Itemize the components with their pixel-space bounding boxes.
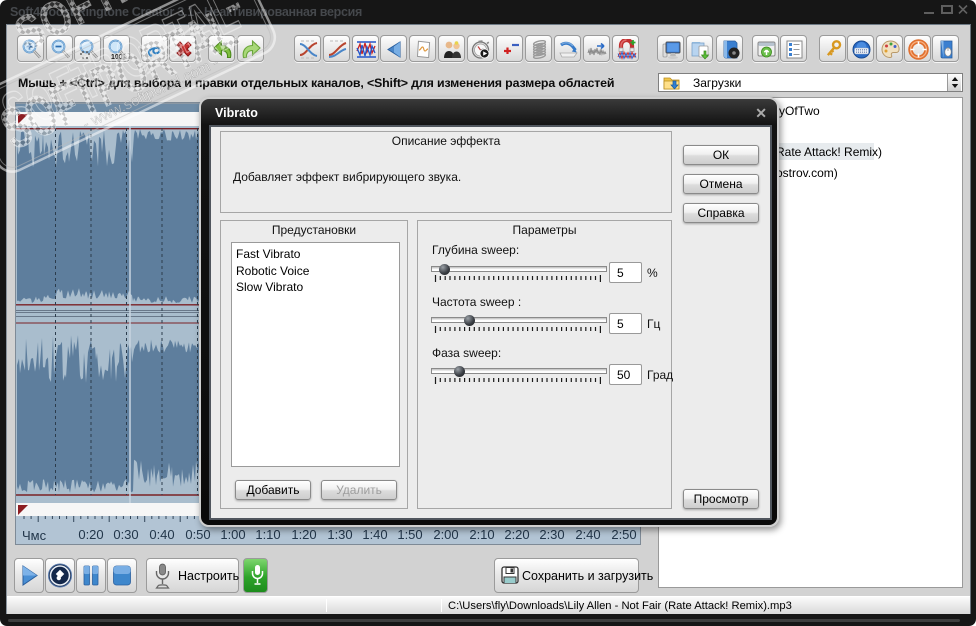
svg-text:2:50: 2:50 [611, 527, 636, 542]
svg-text:0:40: 0:40 [149, 527, 174, 542]
svg-text:1:00: 1:00 [220, 527, 245, 542]
svg-text:1:20: 1:20 [291, 527, 316, 542]
svg-text:1:10: 1:10 [255, 527, 280, 542]
svg-text:100: 100 [111, 54, 123, 60]
svg-text:1:40: 1:40 [362, 527, 387, 542]
svg-text:1:50: 1:50 [397, 527, 422, 542]
svg-text:0:30: 0:30 [113, 527, 138, 542]
svg-text:1:30: 1:30 [327, 527, 352, 542]
svg-text:2:20: 2:20 [504, 527, 529, 542]
svg-text:2:40: 2:40 [575, 527, 600, 542]
svg-text:2:00: 2:00 [433, 527, 458, 542]
svg-text:0:20: 0:20 [78, 527, 103, 542]
svg-text:2:10: 2:10 [469, 527, 494, 542]
svg-text:0:50: 0:50 [185, 527, 210, 542]
svg-text:Чмс: Чмс [22, 528, 47, 543]
svg-text:2:30: 2:30 [539, 527, 564, 542]
